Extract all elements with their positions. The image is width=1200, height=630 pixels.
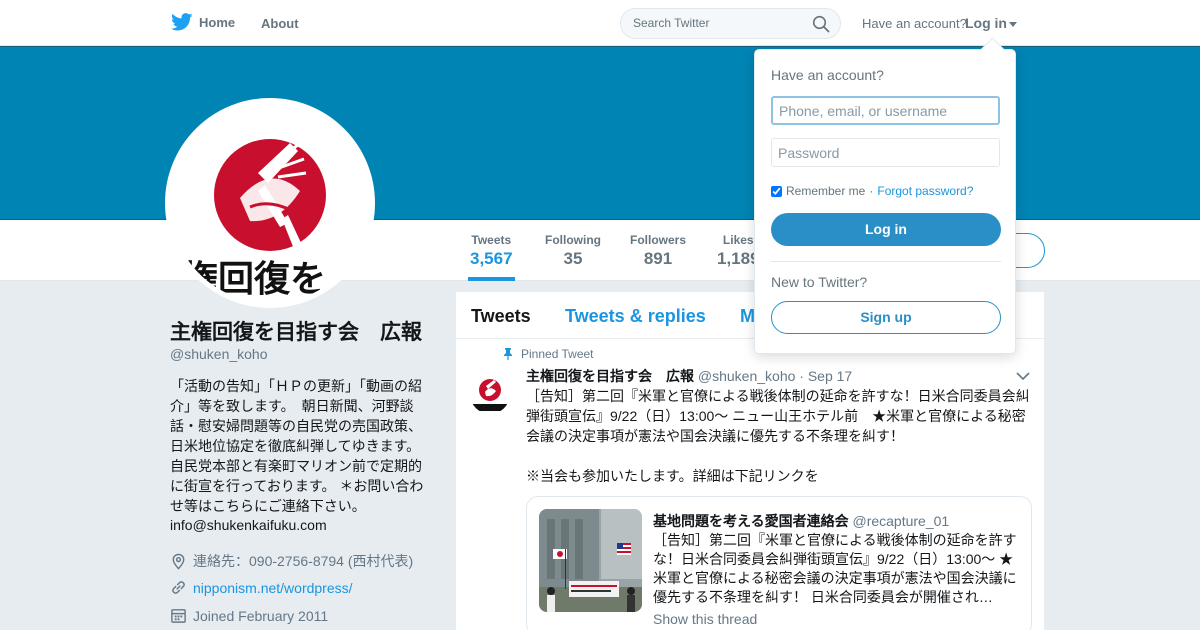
quoted-author-name: 基地問題を考える愛国者連絡会: [653, 513, 849, 529]
new-to-twitter-text: New to Twitter?: [771, 274, 868, 290]
profile-email: info@shukenkaifuku.com: [170, 517, 327, 533]
stat-following[interactable]: Following 35: [545, 233, 601, 269]
remember-me-row: Remember me · Forgot password?: [771, 184, 973, 198]
login-dropdown-toggle[interactable]: Log in: [965, 15, 1017, 31]
show-thread-link[interactable]: Show this thread: [653, 611, 757, 627]
forgot-password-link[interactable]: Forgot password?: [877, 184, 973, 198]
separator-dot: ·: [869, 184, 874, 198]
quoted-tweet[interactable]: 基地問題を考える愛国者連絡会 @recapture_01 ［告知］第二回『米軍と…: [526, 496, 1032, 630]
profile-handle[interactable]: @shuken_koho: [170, 346, 268, 362]
stat-label: Followers: [630, 233, 687, 247]
dropdown-divider: [771, 261, 1001, 262]
avatar-logo-text: 権回復を: [182, 258, 326, 300]
login-dropdown-title: Have an account?: [771, 67, 884, 83]
search-icon[interactable]: [812, 15, 830, 33]
tweet-avatar-logo: [472, 379, 508, 411]
profile-name: 主権回復を目指す会 広報: [170, 321, 422, 344]
stat-tweets[interactable]: Tweets 3,567: [468, 233, 515, 281]
tab-media[interactable]: M: [740, 306, 755, 327]
calendar-icon: [171, 609, 186, 623]
home-label: Home: [199, 14, 236, 30]
website-link[interactable]: nipponism.net/wordpress/: [193, 580, 353, 596]
remember-me-label: Remember me: [786, 184, 866, 198]
quoted-author-handle: @recapture_01: [852, 513, 950, 529]
chevron-down-icon[interactable]: [1016, 370, 1030, 382]
location-text: 連絡先：090-2756-8794 (西村代表): [193, 553, 414, 569]
pin-icon: [504, 348, 512, 360]
tweet-header: 主権回復を目指す会 広報 @shuken_koho · Sep 17: [526, 366, 852, 386]
remember-me-checkbox[interactable]: [771, 185, 782, 197]
stat-value: 891: [643, 249, 673, 268]
profile-location: 連絡先：090-2756-8794 (西村代表): [170, 551, 413, 571]
search-input[interactable]: [633, 16, 803, 30]
location-pin-icon: [172, 553, 185, 570]
quoted-tweet-text: ［告知］第二回『米軍と官僚による戦後体制の延命を許すな！日米合同委員会糾弾街頭宣…: [653, 532, 1017, 605]
tab-tweets-and-replies[interactable]: Tweets & replies: [565, 306, 706, 327]
quoted-tweet-header: 基地問題を考える愛国者連絡会 @recapture_01: [653, 511, 949, 531]
password-field[interactable]: [771, 138, 1000, 167]
search-box: [620, 8, 841, 39]
username-field[interactable]: [771, 96, 1000, 125]
caret-down-icon: [1009, 21, 1017, 27]
profile-website: nipponism.net/wordpress/: [170, 579, 353, 596]
tweet-author-name[interactable]: 主権回復を目指す会 広報: [526, 368, 694, 384]
profile-joined: Joined February 2011: [170, 607, 328, 624]
tweet-text: ［告知］第二回『米軍と官僚による戦後体制の延命を許すな！日米合同委員会糾弾街頭宣…: [526, 388, 1030, 444]
organization-logo: 権回復を: [182, 139, 326, 300]
pinned-label: Pinned Tweet: [521, 347, 594, 361]
signup-button[interactable]: Sign up: [771, 301, 1001, 334]
twitter-bird-icon: [171, 13, 193, 31]
stat-label: Following: [545, 233, 601, 247]
tab-tweets[interactable]: Tweets: [471, 306, 531, 327]
tweet-text-note: ※当会も参加いたします。詳細は下記リンクを: [526, 468, 819, 484]
link-icon: [172, 581, 185, 594]
stat-label: Tweets: [471, 233, 512, 247]
stat-followers[interactable]: Followers 891: [630, 233, 686, 269]
quoted-tweet-image: [539, 509, 642, 612]
profile-bio: 「活動の告知」「ＨＰの更新」「動画の紹介」等を致します。 朝日新聞、河野談話・慰…: [170, 378, 428, 514]
tweet-date[interactable]: · Sep 17: [799, 368, 852, 384]
login-dropdown: Have an account? Remember me · Forgot pa…: [754, 49, 1016, 354]
stat-value: 35: [563, 249, 583, 268]
joined-text: Joined February 2011: [193, 607, 329, 624]
profile-avatar[interactable]: 権回復を: [165, 98, 375, 308]
login-button[interactable]: Log in: [771, 213, 1001, 246]
nav-about-link[interactable]: About: [261, 16, 299, 31]
have-account-text: Have an account?: [862, 16, 967, 31]
login-toggle-label: Log in: [965, 15, 1007, 31]
pinned-indicator: Pinned Tweet: [503, 347, 594, 361]
tweet-avatar[interactable]: [470, 374, 510, 414]
nav-home-link[interactable]: Home: [171, 13, 235, 31]
stat-value: 3,567: [470, 249, 513, 268]
tweet-author-handle[interactable]: @shuken_koho: [698, 368, 796, 384]
top-navigation-bar: Home About Have an account? Log in: [0, 0, 1200, 46]
protest-photo: [539, 509, 642, 612]
